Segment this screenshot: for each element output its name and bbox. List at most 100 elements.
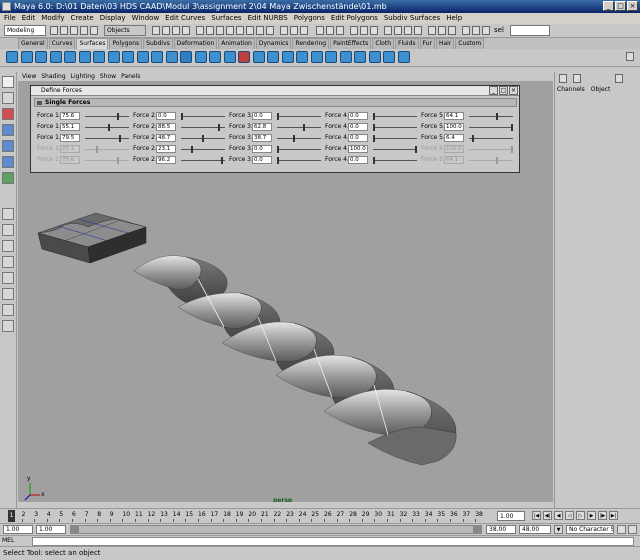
status-tool-icon[interactable] xyxy=(256,26,264,35)
force-value-field[interactable]: 23.1 xyxy=(156,145,176,153)
shelf-surface-tool-icon[interactable] xyxy=(165,51,178,63)
shelf-surface-tool-icon[interactable] xyxy=(151,51,163,63)
step-back-key-icon[interactable]: ◀ xyxy=(554,511,563,520)
shelf-tab-animation[interactable]: Animation xyxy=(218,38,255,49)
force-slider[interactable] xyxy=(181,124,225,131)
force-slider[interactable] xyxy=(373,135,417,142)
status-tool-icon[interactable] xyxy=(206,26,214,35)
force-value-field[interactable]: 0.0 xyxy=(348,123,368,131)
autokey-icon[interactable] xyxy=(617,525,626,534)
status-tool-icon[interactable] xyxy=(414,26,422,35)
force-slider-thumb[interactable] xyxy=(303,124,306,131)
current-frame-marker[interactable]: 1 xyxy=(8,510,15,522)
force-value-field[interactable]: 0.0 xyxy=(348,134,368,142)
shelf-surface-tool-icon[interactable] xyxy=(136,51,149,63)
menu-item-edit[interactable]: Edit xyxy=(22,13,36,24)
shelf-surface-tool-icon[interactable] xyxy=(354,51,366,63)
force-slider-thumb[interactable] xyxy=(277,113,279,120)
mode-select[interactable]: Modeling xyxy=(4,25,46,36)
force-value-field[interactable]: 79.5 xyxy=(60,134,80,142)
persp-graph-icon[interactable] xyxy=(2,256,14,268)
shelf-tab-curves[interactable]: Curves xyxy=(48,38,76,49)
maya-app-icon[interactable] xyxy=(2,2,11,11)
force-slider-thumb[interactable] xyxy=(293,135,296,142)
status-tool-icon[interactable] xyxy=(80,26,88,35)
range-bar[interactable] xyxy=(70,525,482,534)
shelf-surface-tool-icon[interactable] xyxy=(296,51,308,63)
force-slider-thumb[interactable] xyxy=(471,135,474,142)
shelf-tab-fur[interactable]: Fur xyxy=(419,38,435,49)
force-slider-thumb[interactable] xyxy=(218,124,221,131)
step-forward-icon[interactable]: |▶ xyxy=(598,511,607,520)
status-tool-icon[interactable] xyxy=(70,26,78,35)
status-tool-icon[interactable] xyxy=(448,26,456,35)
go-to-start-icon[interactable]: |◀ xyxy=(532,511,541,520)
shelf-tab-custom[interactable]: Custom xyxy=(455,38,485,49)
character-set-field[interactable]: No Character Set xyxy=(566,525,614,534)
end-time-field[interactable]: 48.00 xyxy=(519,525,551,534)
force-slider-thumb[interactable] xyxy=(201,135,204,142)
manipulator-tool-icon[interactable] xyxy=(2,172,14,184)
current-frame-field[interactable]: 1.00 xyxy=(497,511,525,521)
step-forward-key-icon[interactable]: ▶ xyxy=(587,511,596,520)
status-tool-icon[interactable] xyxy=(482,26,490,35)
status-tool-icon[interactable] xyxy=(462,26,470,35)
force-slider[interactable] xyxy=(469,135,513,142)
force-slider-thumb[interactable] xyxy=(108,124,111,131)
force-value-field[interactable]: 0.0 xyxy=(348,156,368,164)
shelf-surface-tool-icon[interactable] xyxy=(49,51,62,63)
force-slider[interactable] xyxy=(181,157,225,164)
force-slider-thumb[interactable] xyxy=(511,124,513,131)
single-forces-section[interactable]: Single Forces xyxy=(34,98,517,107)
status-tool-icon[interactable] xyxy=(172,26,180,35)
force-slider[interactable] xyxy=(373,146,417,153)
select-tool-icon[interactable] xyxy=(2,76,14,88)
shelf-tab-fluids[interactable]: Fluids xyxy=(395,38,419,49)
menu-item-modify[interactable]: Modify xyxy=(41,13,64,24)
force-slider[interactable] xyxy=(469,124,513,131)
force-value-field[interactable]: 0.0 xyxy=(348,112,368,120)
status-tool-icon[interactable] xyxy=(326,26,334,35)
status-tool-icon[interactable] xyxy=(266,26,274,35)
shelf-surface-tool-icon[interactable] xyxy=(397,51,410,63)
status-tool-icon[interactable] xyxy=(152,26,160,35)
command-input[interactable] xyxy=(32,537,634,546)
range-start-handle[interactable] xyxy=(71,526,79,533)
scale-tool-icon[interactable] xyxy=(2,156,14,168)
shelf-surface-tool-icon[interactable] xyxy=(281,51,294,63)
shelf-options-icon[interactable] xyxy=(626,52,634,61)
force-slider-thumb[interactable] xyxy=(118,135,121,142)
force-value-field[interactable]: 62.8 xyxy=(252,123,272,131)
shelf-surface-tool-icon[interactable] xyxy=(64,51,76,63)
menu-item-surfaces[interactable]: Surfaces xyxy=(211,13,241,24)
persp-outliner-icon[interactable] xyxy=(2,240,14,252)
status-tool-icon[interactable] xyxy=(384,26,392,35)
shelf-surface-tool-icon[interactable] xyxy=(93,51,105,63)
status-tool-icon[interactable] xyxy=(60,26,68,35)
force-slider-thumb[interactable] xyxy=(277,157,279,164)
panel-layout-icon[interactable] xyxy=(615,74,623,83)
playback-end-field[interactable]: 38.00 xyxy=(486,525,516,534)
channels-tab[interactable]: Channels xyxy=(557,86,585,93)
force-slider[interactable] xyxy=(373,124,417,131)
rotate-tool-icon[interactable] xyxy=(2,140,14,152)
shelf-surface-tool-icon[interactable] xyxy=(368,51,381,63)
ribbon-surface[interactable] xyxy=(133,255,457,466)
paint-select-tool-icon[interactable] xyxy=(2,108,14,120)
menu-item-edit-polygons[interactable]: Edit Polygons xyxy=(331,13,378,24)
menu-item-edit-nurbs[interactable]: Edit NURBS xyxy=(248,13,288,24)
shelf-surface-tool-icon[interactable] xyxy=(209,51,221,63)
force-slider[interactable] xyxy=(85,124,129,131)
force-value-field[interactable]: 48.7 xyxy=(156,134,176,142)
range-end-handle[interactable] xyxy=(473,526,481,533)
shelf-surface-tool-icon[interactable] xyxy=(325,51,337,63)
shelf-tab-painteffects[interactable]: PaintEffects xyxy=(330,38,372,49)
force-slider-thumb[interactable] xyxy=(190,146,193,153)
shelf-surface-tool-icon[interactable] xyxy=(267,51,279,63)
shelf-surface-tool-icon[interactable] xyxy=(78,51,91,63)
menu-item-file[interactable]: File xyxy=(4,13,16,24)
status-tool-icon[interactable] xyxy=(300,26,308,35)
force-slider-thumb[interactable] xyxy=(181,113,183,120)
menu-item-display[interactable]: Display xyxy=(100,13,126,24)
force-value-field[interactable]: 96.2 xyxy=(156,156,176,164)
